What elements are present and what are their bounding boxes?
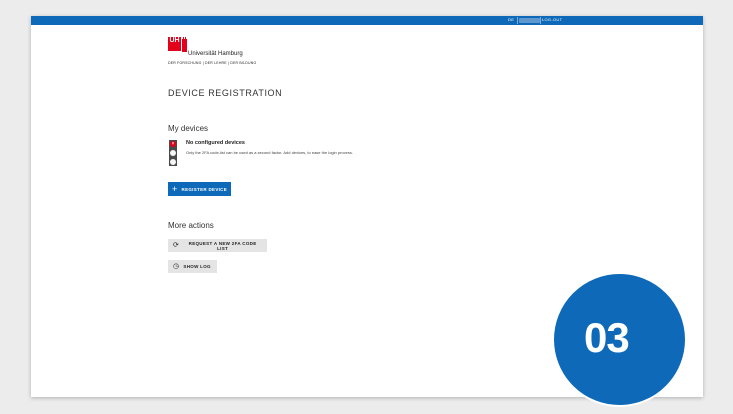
castle-icon (182, 37, 187, 52)
show-log-button[interactable]: ◷ SHOW LOG (168, 260, 217, 273)
light-off (170, 159, 176, 165)
step-number: 03 (584, 314, 630, 361)
top-bar: DE LOG-OUT (31, 16, 703, 25)
uh-logo-mark: UH (168, 37, 181, 51)
no-devices-description: Only the 2FA code-list can be used as a … (186, 150, 353, 155)
divider (517, 17, 518, 24)
traffic-light-icon: × (169, 140, 177, 166)
refresh-icon: ⟳ (173, 242, 180, 249)
request-code-list-label: REQUEST A NEW 2FA CODE LIST (188, 240, 257, 251)
register-device-button[interactable]: + REGISTER DEVICE (168, 182, 231, 196)
logout-link[interactable]: LOG-OUT (542, 17, 562, 22)
show-log-label: SHOW LOG (183, 264, 211, 269)
register-device-label: REGISTER DEVICE (181, 186, 228, 192)
language-switch[interactable]: DE (508, 17, 514, 22)
more-actions-heading: More actions (168, 221, 214, 230)
step-badge: 03 (552, 272, 687, 407)
clock-icon: ◷ (173, 263, 180, 270)
request-code-list-button[interactable]: ⟳ REQUEST A NEW 2FA CODE LIST (168, 239, 267, 252)
username-placeholder (519, 18, 540, 23)
light-off (170, 150, 176, 156)
plus-icon: + (171, 183, 178, 194)
university-tagline: DER FORSCHUNG | DER LEHRE | DER BILDUNG (168, 61, 257, 65)
divider (540, 17, 541, 24)
close-icon: × (170, 141, 176, 147)
my-devices-heading: My devices (168, 124, 209, 133)
university-name: Universität Hamburg (188, 51, 243, 57)
page-title: DEVICE REGISTRATION (168, 88, 283, 98)
no-devices-title: No configured devices (186, 140, 245, 146)
